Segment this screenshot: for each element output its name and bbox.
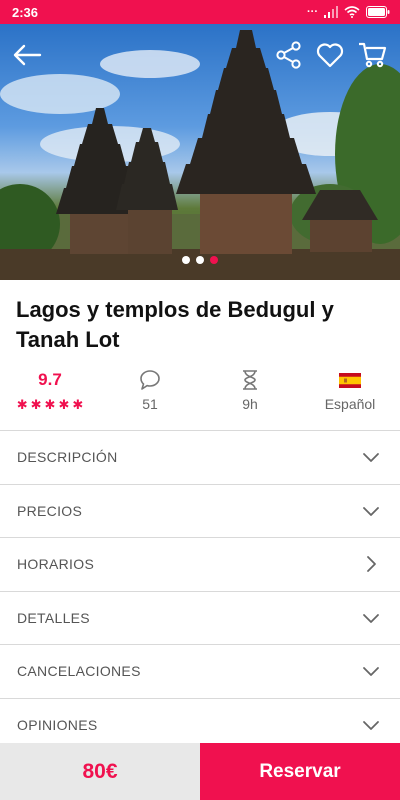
star-icon: ✱ <box>30 397 42 412</box>
section-description[interactable]: DESCRIPCIÓN <box>0 430 400 484</box>
chevron-down-icon <box>363 720 379 730</box>
arrow-left-icon <box>13 44 42 66</box>
rating-stars: ✱ ✱ ✱ ✱ ✱ <box>17 398 84 412</box>
status-bar: 2:36 ··· <box>0 0 400 24</box>
spain-flag-icon <box>339 372 361 388</box>
section-label: DETALLES <box>17 609 90 626</box>
cart-icon <box>359 42 387 68</box>
duration-value: 9h <box>242 396 258 412</box>
star-icon: ✱ <box>16 397 28 412</box>
wifi-icon <box>344 6 360 18</box>
star-icon: ✱ <box>72 397 84 412</box>
section-label: CANCELACIONES <box>17 663 141 680</box>
carousel-dot[interactable] <box>196 256 204 264</box>
status-time: 2:36 <box>12 4 39 20</box>
share-icon <box>276 41 301 69</box>
hero-image[interactable] <box>0 24 400 280</box>
carousel-indicator <box>0 256 400 264</box>
section-cancellations[interactable]: CANCELACIONES <box>0 644 400 698</box>
language-stat: Español <box>300 368 400 424</box>
carousel-dot-active[interactable] <box>210 256 218 264</box>
chevron-down-icon <box>363 506 379 516</box>
section-label: HORARIOS <box>17 556 95 573</box>
info-sections: DESCRIPCIÓN PRECIOS HORARIOS DETALLES CA… <box>0 430 400 751</box>
signal-icon <box>324 6 338 18</box>
section-label: OPINIONES <box>17 716 98 733</box>
duration-stat: 9h <box>200 368 300 424</box>
chevron-down-icon <box>363 453 379 463</box>
hourglass-icon <box>243 370 257 390</box>
section-label: DESCRIPCIÓN <box>17 449 118 466</box>
chevron-right-icon <box>367 556 376 573</box>
reviews-count: 51 <box>142 396 158 412</box>
back-button[interactable] <box>10 38 44 72</box>
star-icon: ✱ <box>44 397 56 412</box>
battery-icon <box>366 6 390 18</box>
rating-value: 9.7 <box>38 370 62 389</box>
stats-row: 9.7 ✱ ✱ ✱ ✱ ✱ 51 9h Español <box>0 368 400 424</box>
share-button[interactable] <box>272 38 306 72</box>
heart-icon <box>316 43 344 68</box>
section-schedules[interactable]: HORARIOS <box>0 537 400 591</box>
section-details[interactable]: DETALLES <box>0 590 400 645</box>
reserve-button[interactable]: Reservar <box>200 743 400 800</box>
language-value: Español <box>324 396 376 412</box>
reviews-stat[interactable]: 51 <box>100 368 200 424</box>
page-title: Lagos y templos de Bedugul y Tanah Lot <box>16 297 334 352</box>
more-dots-icon: ··· <box>307 6 318 18</box>
chevron-down-icon <box>363 667 379 677</box>
section-label: PRECIOS <box>17 502 83 519</box>
section-prices[interactable]: PRECIOS <box>0 483 400 538</box>
price-label: 80€ <box>0 743 200 800</box>
cart-button[interactable] <box>355 38 389 72</box>
status-icons: ··· <box>307 6 390 18</box>
chevron-down-icon <box>363 613 379 623</box>
comment-icon <box>140 370 160 390</box>
star-icon: ✱ <box>58 397 70 412</box>
rating-stat[interactable]: 9.7 ✱ ✱ ✱ ✱ ✱ <box>0 368 100 424</box>
bottom-bar: 80€ Reservar <box>0 743 400 800</box>
favorite-button[interactable] <box>313 38 347 72</box>
carousel-dot[interactable] <box>182 256 190 264</box>
